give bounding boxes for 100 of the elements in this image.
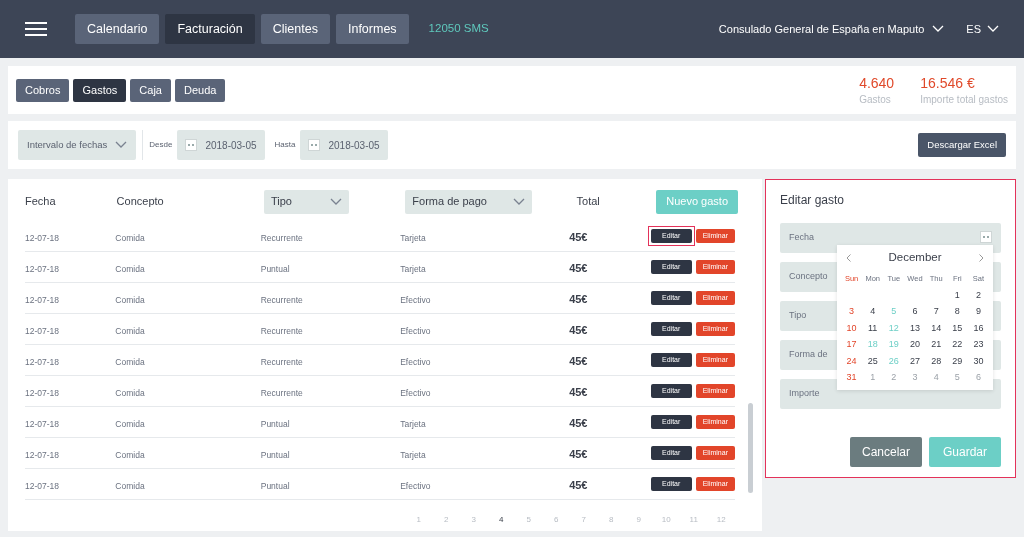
calendar-day[interactable]: 15 (952, 321, 963, 335)
table-cell: Comida (115, 450, 145, 460)
table-cell: Efectivo (400, 481, 431, 491)
date-field[interactable]: 2018-03-05 (177, 130, 265, 160)
next-icon[interactable] (979, 254, 984, 262)
table-cell: 12-07-18 (25, 326, 60, 336)
language-dropdown[interactable]: ES (966, 20, 999, 38)
table-cell: Efectivo (400, 295, 431, 305)
calendar-day[interactable]: 13 (910, 321, 920, 335)
table-cell: Tarjeta (400, 419, 426, 429)
table-cell: Efectivo (400, 357, 431, 367)
table-cell: 45€ (569, 386, 588, 398)
table-cell: 45€ (569, 417, 588, 429)
table-cell: Puntual (260, 419, 290, 429)
calendar-day[interactable]: 8 (954, 305, 960, 319)
table-cell: 12-07-18 (25, 233, 60, 243)
table-cell: Tarjeta (400, 450, 426, 460)
date-label: Hasta (274, 139, 296, 151)
calendar-day[interactable]: 3 (849, 305, 855, 319)
calendar-day[interactable]: 27 (910, 354, 920, 368)
export-button[interactable]: Descargar Excel (918, 133, 1006, 157)
nav-tab[interactable]: Clientes (260, 14, 330, 44)
section-tab[interactable]: Caja (130, 78, 171, 102)
calendar-icon[interactable] (308, 139, 321, 151)
section-tab[interactable]: Gastos (73, 78, 127, 102)
menu-icon[interactable] (25, 22, 47, 36)
table-cell: Puntual (260, 481, 290, 491)
table-cell: Comida (115, 388, 145, 398)
table-cell: Puntual (260, 264, 290, 274)
page-link[interactable]: 4 (487, 514, 515, 526)
calendar-day[interactable]: 9 (975, 305, 981, 319)
scrollbar-thumb[interactable] (748, 403, 753, 493)
table-cell: 12-07-18 (25, 450, 60, 460)
table-cell: Comida (115, 233, 145, 243)
column-header: Total (576, 194, 600, 210)
calendar-day[interactable]: 2 (975, 288, 981, 302)
nav-tab[interactable]: Informes (335, 14, 409, 44)
column-filter[interactable]: Forma de pago (405, 189, 533, 214)
calendar-day[interactable]: 7 (933, 305, 939, 319)
calendar-day[interactable]: 1 (954, 288, 960, 302)
calendar-day[interactable]: 23 (973, 338, 984, 352)
calendar-day[interactable]: 24 (846, 354, 857, 368)
calendar-day[interactable]: 21 (931, 338, 942, 352)
table-cell: Comida (115, 264, 145, 274)
table-cell: 12-07-18 (25, 419, 60, 429)
table-cell: Recurrente (260, 388, 303, 398)
table-cell: 45€ (569, 448, 588, 460)
calendar-day[interactable]: 6 (912, 305, 918, 319)
calendar-day[interactable]: 4 (870, 305, 876, 319)
nav-tab[interactable]: Facturación (165, 14, 255, 44)
calendar-day[interactable]: 16 (973, 321, 984, 335)
calendar-icon[interactable] (980, 231, 992, 243)
section-tab[interactable]: Deuda (174, 78, 226, 102)
table-cell: 12-07-18 (25, 481, 60, 491)
interval-dropdown[interactable]: Intervalo de fechas (18, 130, 137, 160)
table-cell: Efectivo (400, 326, 431, 336)
calendar-day[interactable]: 14 (931, 321, 942, 335)
table-cell: 12-07-18 (25, 357, 60, 367)
column-header: Concepto (116, 194, 164, 210)
table-cell: Puntual (260, 450, 290, 460)
table-cell: Recurrente (260, 233, 303, 243)
table-cell: Comida (115, 481, 145, 491)
stat-label: Gastos (859, 92, 892, 107)
calendar-day[interactable]: 28 (931, 354, 942, 368)
table-cell: 45€ (569, 324, 588, 336)
section-tab[interactable]: Cobros (16, 78, 70, 102)
column-filter[interactable]: Tipo (263, 189, 349, 214)
table-cell: 12-07-18 (25, 264, 60, 274)
date-field[interactable]: 2018-03-05 (300, 130, 388, 160)
office-dropdown[interactable]: Consulado General de España en Maputo (718, 20, 945, 38)
cancel-button[interactable]: Cancelar (850, 437, 922, 467)
month-title: December (888, 250, 942, 266)
calendar-icon[interactable] (185, 139, 198, 151)
stat-label: Importe total gastos (920, 92, 1008, 107)
calendar-day[interactable]: 30 (973, 354, 984, 368)
nav-tab[interactable]: Calendario (75, 14, 160, 44)
date-label: Desde (149, 139, 173, 151)
calendar-day[interactable]: 17 (846, 338, 857, 352)
table-cell: 45€ (569, 293, 588, 305)
calendar-day[interactable]: 29 (952, 354, 963, 368)
table-cell: Tarjeta (400, 233, 426, 243)
table-cell: Tarjeta (400, 264, 426, 274)
previous-icon[interactable] (846, 254, 851, 262)
table-cell: Efectivo (400, 388, 431, 398)
calendar-day[interactable]: 25 (867, 354, 878, 368)
stat-value: 16.546 € (920, 73, 976, 92)
table-cell: Recurrente (260, 295, 303, 305)
stat-value: 4.640 (859, 73, 895, 92)
calendar-day[interactable]: 10 (846, 321, 857, 335)
calendar-day[interactable]: 11 (868, 321, 878, 335)
calendar-day[interactable]: 22 (952, 338, 963, 352)
table-cell: Comida (115, 357, 145, 367)
table-cell: 12-07-18 (25, 388, 60, 398)
table-cell: Comida (115, 326, 145, 336)
table-cell: Comida (115, 295, 145, 305)
calendar-day[interactable]: 20 (910, 338, 920, 352)
table-cell: 45€ (569, 479, 588, 491)
column-header: Fecha (25, 194, 56, 210)
table-cell: 12-07-18 (25, 295, 60, 305)
table-cell: 45€ (569, 231, 588, 243)
